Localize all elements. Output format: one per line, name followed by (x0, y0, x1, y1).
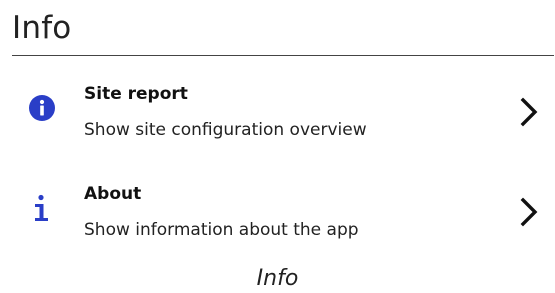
site-report-title: Site report (84, 84, 188, 104)
chevron-right-icon (520, 197, 538, 227)
info-circle-icon (29, 95, 55, 121)
caption: Info (256, 266, 299, 291)
info-letter-icon (35, 194, 48, 221)
header: Info (12, 8, 554, 56)
about-subtitle: Show information about the app (84, 220, 359, 240)
list-item-site-report[interactable]: Site report Show site configuration over… (12, 72, 554, 152)
page-title: Info (12, 10, 72, 46)
list-item-about[interactable]: About Show information about the app (12, 172, 554, 252)
about-title: About (84, 184, 142, 204)
site-report-subtitle: Show site configuration overview (84, 120, 367, 140)
chevron-right-icon (520, 97, 538, 127)
